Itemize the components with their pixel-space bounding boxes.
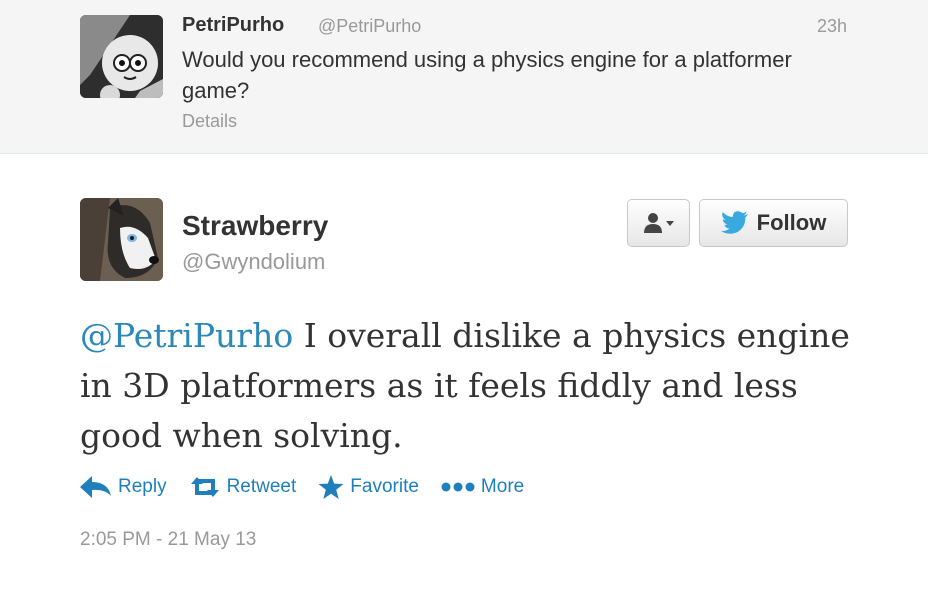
- user-dropdown-icon: [643, 213, 674, 233]
- user-actions-button[interactable]: [627, 199, 690, 247]
- favorite-button[interactable]: Favorite: [318, 474, 419, 500]
- retweet-icon: [190, 477, 219, 497]
- author-name[interactable]: Strawberry: [182, 210, 328, 242]
- parent-avatar[interactable]: [80, 15, 163, 98]
- parent-tweet-text: Would you recommend using a physics engi…: [182, 47, 792, 103]
- parent-author-name[interactable]: PetriPurho: [182, 14, 284, 37]
- parent-author-handle[interactable]: @PetriPurho: [318, 16, 421, 37]
- author-avatar[interactable]: [80, 198, 163, 281]
- favorite-label: Favorite: [350, 476, 419, 497]
- more-label: More: [480, 476, 525, 497]
- more-dots-icon: [441, 482, 475, 492]
- husky-avatar-icon: [80, 198, 163, 281]
- tweet-actions: Reply Retweet Favorite More: [80, 472, 546, 502]
- follow-label: Follow: [756, 210, 827, 235]
- star-icon: [318, 474, 344, 499]
- author-handle[interactable]: @Gwyndolium: [182, 249, 325, 275]
- retweet-label: Retweet: [226, 476, 297, 497]
- mention-link[interactable]: @PetriPurho: [80, 316, 293, 355]
- cartoon-face-avatar-icon: [80, 15, 163, 98]
- details-link[interactable]: Details: [182, 111, 237, 132]
- parent-tweet-time[interactable]: 23h: [817, 16, 847, 37]
- retweet-button[interactable]: Retweet: [189, 476, 297, 498]
- more-button[interactable]: More: [441, 476, 524, 498]
- parent-tweet[interactable]: PetriPurho @PetriPurho 23h Would you rec…: [0, 0, 928, 154]
- tweet-text: @PetriPurho I overall dislike a physics …: [80, 311, 860, 461]
- twitter-bird-icon: [720, 211, 748, 234]
- follow-button[interactable]: Follow: [699, 199, 848, 247]
- reply-button[interactable]: Reply: [80, 476, 167, 498]
- reply-icon: [80, 476, 111, 498]
- tweet-timestamp[interactable]: 2:05 PM - 21 May 13: [80, 529, 256, 551]
- reply-label: Reply: [118, 476, 167, 497]
